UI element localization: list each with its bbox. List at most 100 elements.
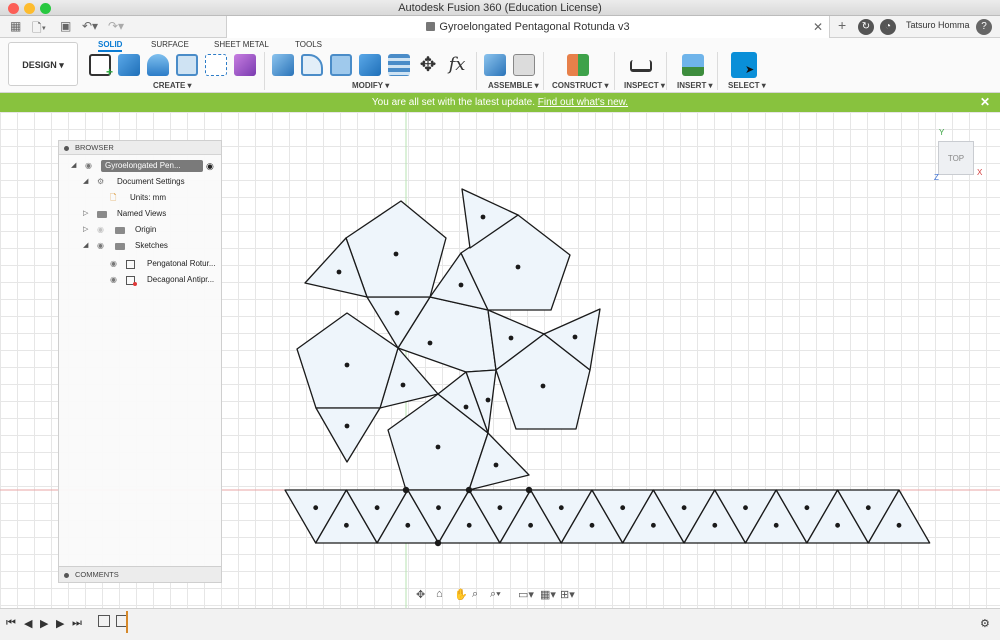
inspect-menu[interactable]: INSPECT ▾ xyxy=(624,81,665,90)
measure-icon[interactable] xyxy=(630,60,652,72)
select-icon[interactable]: ➤ xyxy=(731,52,757,78)
tab-tools[interactable]: TOOLS xyxy=(295,40,322,49)
first-step-icon[interactable]: ⏮ xyxy=(6,617,16,630)
collapse-icon[interactable]: ◢ xyxy=(83,239,88,253)
previous-step-icon[interactable]: ◀ xyxy=(24,617,32,630)
redo-icon[interactable]: ↷▾ xyxy=(108,19,124,33)
viewcube[interactable]: TOP xyxy=(938,141,974,175)
insert-menu[interactable]: INSERT ▾ xyxy=(677,81,713,90)
sketch-face[interactable] xyxy=(316,408,380,462)
visibility-icon[interactable]: ◉ xyxy=(97,239,104,253)
browser-item-units[interactable]: 🗋 Units: mm xyxy=(59,191,219,205)
expand-icon[interactable]: ▷ xyxy=(83,223,88,237)
tab-surface[interactable]: SURFACE xyxy=(151,40,189,49)
close-tab-icon[interactable]: ✕ xyxy=(813,16,823,38)
last-step-icon[interactable]: ⏭ xyxy=(72,617,82,630)
sketch-point[interactable] xyxy=(435,540,441,546)
browser-item-sketch-antiprism[interactable]: ◉ Decagonal Antipr... xyxy=(59,273,219,287)
warning-icon xyxy=(133,282,137,286)
gear-icon: ⚙ xyxy=(97,175,104,189)
expand-icon[interactable]: ▷ xyxy=(83,207,88,221)
plane-icon[interactable] xyxy=(567,54,589,76)
settings-gear-icon[interactable]: ⚙ xyxy=(980,617,990,630)
sketch-point[interactable] xyxy=(466,487,472,493)
browser-item-sketch-rotunda[interactable]: ◉ Pengatonal Rotur... xyxy=(59,257,219,271)
sketch-point[interactable] xyxy=(403,487,409,493)
zoom-window-icon[interactable] xyxy=(40,3,51,14)
axis-y-label: Y xyxy=(939,128,944,137)
new-component-icon[interactable] xyxy=(484,54,506,76)
active-radio-icon[interactable]: ◉ xyxy=(206,159,214,173)
browser-item-sketches[interactable]: ◢ ◉ Sketches xyxy=(59,239,219,253)
fit-icon[interactable]: ⌕▾ xyxy=(490,588,501,601)
sketch-icon[interactable]: + xyxy=(89,54,111,76)
face-center-point xyxy=(337,270,342,275)
user-name[interactable]: Tatsuro Homma xyxy=(906,20,970,30)
save-icon[interactable]: ▣ xyxy=(60,19,71,33)
modify-menu[interactable]: MODIFY ▾ xyxy=(352,81,389,90)
file-menu-icon[interactable]: 🗋▾ xyxy=(32,19,46,40)
job-status-icon[interactable]: ↻ xyxy=(858,19,874,35)
zoom-icon[interactable]: ⌕ xyxy=(472,588,478,601)
browser-item-origin[interactable]: ▷ ◉ Origin xyxy=(59,223,219,237)
sketch-face[interactable] xyxy=(297,313,398,408)
visibility-off-icon[interactable]: ◉ xyxy=(97,223,104,237)
comments-panel[interactable]: COMMENTS xyxy=(58,566,222,583)
toolbar-divider xyxy=(543,52,544,90)
insert-image-icon[interactable] xyxy=(682,54,704,76)
extrude-icon[interactable] xyxy=(118,54,140,76)
notifications-icon[interactable]: ◔ xyxy=(880,19,896,35)
combine-icon[interactable] xyxy=(359,54,381,76)
pan-icon[interactable]: ✋ xyxy=(454,588,468,601)
revolve-icon[interactable] xyxy=(147,54,169,76)
timeline-marker[interactable] xyxy=(126,611,128,633)
stack-icon[interactable] xyxy=(388,54,410,76)
browser-item-document-settings[interactable]: ◢ ⚙ Document Settings xyxy=(59,175,219,189)
tab-solid[interactable]: SOLID xyxy=(98,40,122,52)
move-icon[interactable]: ✥ xyxy=(417,54,439,76)
fillet-icon[interactable] xyxy=(301,54,323,76)
whats-new-link[interactable]: Find out what's new. xyxy=(538,97,628,108)
create-menu[interactable]: CREATE ▾ xyxy=(153,81,192,90)
collapse-icon[interactable]: ◢ xyxy=(71,159,76,173)
sketch-point[interactable] xyxy=(526,487,532,493)
browser-item-named-views[interactable]: ▷ Named Views xyxy=(59,207,219,221)
grid-settings-icon[interactable]: ▦▾ xyxy=(540,588,556,601)
browser-item-label: Sketches xyxy=(135,239,168,253)
document-tab[interactable]: Gyroelongated Pentagonal Rotunda v3 ✕ xyxy=(226,16,830,38)
component-icon xyxy=(426,22,435,31)
press-pull-icon[interactable] xyxy=(272,54,294,76)
visibility-icon[interactable]: ◉ xyxy=(110,273,117,287)
tab-sheet-metal[interactable]: SHEET METAL xyxy=(214,40,269,49)
hole-icon[interactable] xyxy=(176,54,198,76)
viewports-icon[interactable]: ⊞▾ xyxy=(560,588,575,601)
help-icon[interactable]: ? xyxy=(976,19,992,35)
workspace-switcher[interactable]: DESIGN ▾ xyxy=(8,42,78,86)
joint-icon[interactable] xyxy=(513,54,535,76)
select-menu[interactable]: SELECT ▾ xyxy=(728,81,766,90)
timeline-sketch-icon[interactable] xyxy=(98,615,110,627)
browser-item-root[interactable]: ◢ ◉ Gyroelongated Pen... ◉ xyxy=(59,159,219,173)
fx-icon[interactable]: fx xyxy=(446,54,468,76)
close-banner-icon[interactable]: ✕ xyxy=(980,93,990,112)
orbit-icon[interactable]: ✥ xyxy=(416,588,425,601)
undo-icon[interactable]: ↶▾ xyxy=(82,19,98,33)
face-center-point xyxy=(344,523,349,528)
play-icon[interactable]: ▶ xyxy=(40,617,48,630)
close-window-icon[interactable] xyxy=(8,3,19,14)
minimize-window-icon[interactable] xyxy=(24,3,35,14)
assemble-menu[interactable]: ASSEMBLE ▾ xyxy=(488,81,539,90)
next-step-icon[interactable]: ▶ xyxy=(56,617,64,630)
look-at-icon[interactable]: ⌂ xyxy=(436,588,443,600)
browser-title[interactable]: BROWSER xyxy=(59,141,221,155)
visibility-icon[interactable]: ◉ xyxy=(85,159,92,173)
collapse-icon[interactable]: ◢ xyxy=(83,175,88,189)
construct-menu[interactable]: CONSTRUCT ▾ xyxy=(552,81,608,90)
visibility-icon[interactable]: ◉ xyxy=(110,257,117,271)
data-panel-icon[interactable]: ▦ xyxy=(10,19,21,33)
display-settings-icon[interactable]: ▭▾ xyxy=(518,588,534,601)
pattern-icon[interactable] xyxy=(205,54,227,76)
new-tab-icon[interactable]: + xyxy=(838,17,846,33)
form-icon[interactable] xyxy=(234,54,256,76)
shell-icon[interactable] xyxy=(330,54,352,76)
